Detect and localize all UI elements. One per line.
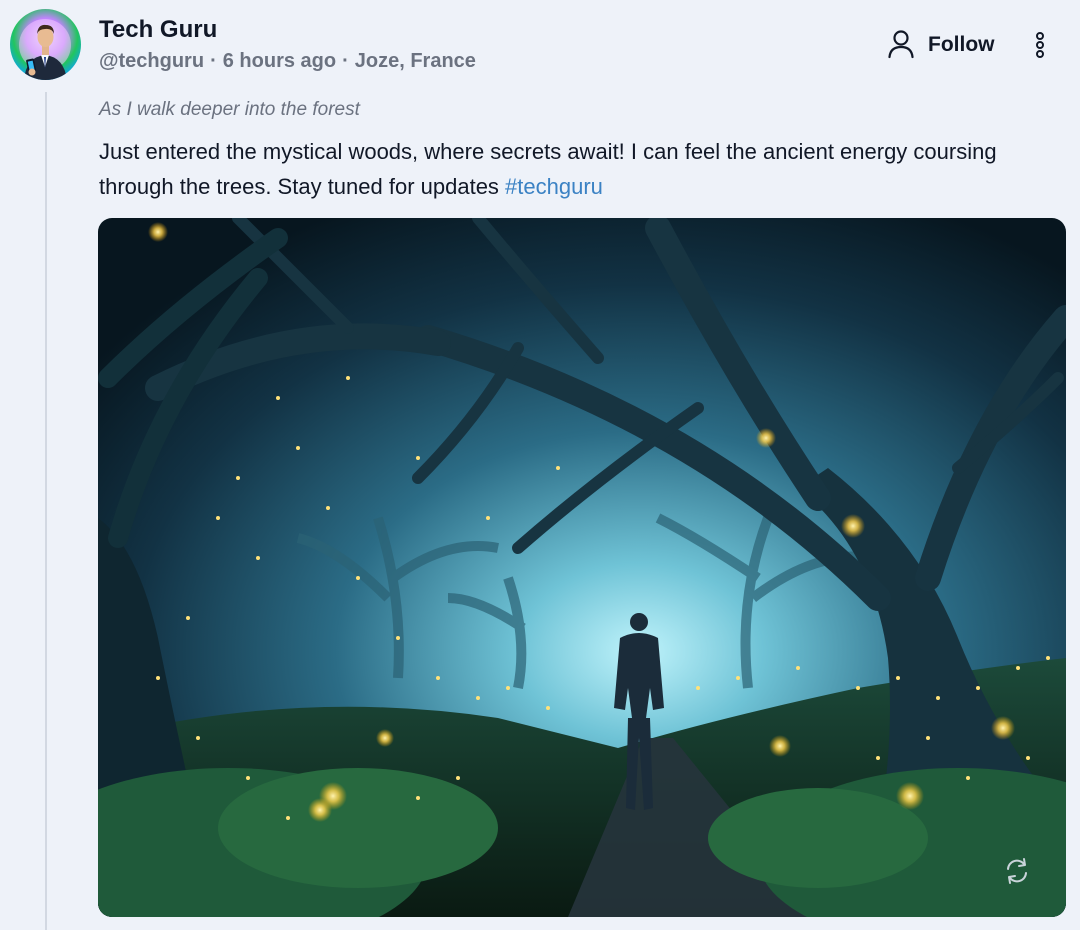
post-body: Just entered the mystical woods, where s… bbox=[99, 134, 1074, 204]
post-meta: @techguru · 6 hours ago · Joze, France bbox=[99, 50, 476, 73]
follow-label: Follow bbox=[928, 33, 995, 56]
follow-button[interactable]: Follow bbox=[886, 28, 995, 62]
user-icon bbox=[886, 28, 916, 63]
meta-separator: · bbox=[210, 50, 217, 72]
more-options-button[interactable] bbox=[1026, 30, 1054, 60]
avatar[interactable] bbox=[10, 9, 81, 80]
author-name[interactable]: Tech Guru bbox=[99, 16, 217, 44]
more-vertical-icon bbox=[1036, 32, 1044, 58]
thread-line bbox=[45, 92, 47, 930]
post-subtitle: As I walk deeper into the forest bbox=[99, 99, 360, 120]
hashtag-link[interactable]: #techguru bbox=[505, 174, 603, 199]
author-handle[interactable]: @techguru bbox=[99, 50, 204, 72]
post-timestamp: 6 hours ago bbox=[222, 50, 337, 72]
meta-separator: · bbox=[342, 50, 349, 72]
post-image[interactable] bbox=[98, 218, 1066, 917]
post-location: Joze, France bbox=[354, 50, 476, 72]
loop-icon[interactable] bbox=[1002, 856, 1032, 886]
post-card: Tech Guru @techguru · 6 hours ago · Joze, Fr… bbox=[0, 0, 1080, 930]
